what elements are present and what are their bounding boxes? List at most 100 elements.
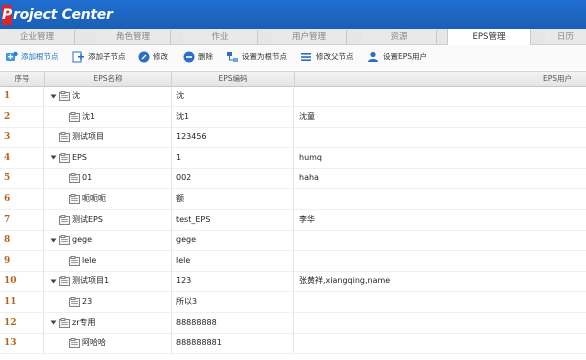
eps-name-cell[interactable]: 23 [45, 292, 172, 312]
eps-name-cell[interactable]: 01 [45, 168, 172, 189]
eps-user-cell [295, 292, 586, 312]
toolbar: 添加根节点 添加子节点 修改 删除 设置为根节点 修改父节点 设置EPS用户 [0, 45, 586, 69]
table-row[interactable]: 13 阿哈哈 888888881 [0, 333, 586, 355]
add-root-label: 添加根节点 [21, 52, 59, 61]
add-root-button[interactable]: 添加根节点 [5, 49, 59, 65]
eps-name-cell[interactable]: 阿哈哈 [45, 333, 172, 354]
add-root-icon [6, 51, 18, 61]
eps-code-cell: 所以3 [172, 292, 294, 312]
row-index: 4 [0, 147, 44, 168]
row-index: 3 [0, 127, 44, 148]
eps-name-cell[interactable]: lele [45, 250, 172, 271]
node-document-icon [59, 235, 70, 246]
edit-parent-label: 修改父节点 [316, 52, 354, 61]
delete-label: 删除 [198, 52, 213, 61]
expand-arrow-icon[interactable] [50, 319, 57, 326]
eps-name-cell[interactable]: gege [45, 230, 172, 251]
column-header-index[interactable]: 序号 [0, 72, 45, 86]
table-row[interactable]: 2 沈1 沈1 沈童 [0, 106, 586, 128]
node-document-icon [69, 111, 80, 122]
column-header-code[interactable]: EPS编码 [172, 72, 295, 86]
grid-header: 序号 EPS名称 EPS编码 EPS用户 [0, 71, 586, 87]
eps-code-cell: 123 [172, 271, 294, 292]
eps-user-cell [295, 251, 586, 271]
table-row[interactable]: 3 测试项目 123456 [0, 127, 586, 149]
eps-name-label: 阿哈哈 [82, 338, 106, 348]
node-document-icon [59, 152, 70, 163]
expand-arrow-icon[interactable] [50, 154, 57, 161]
edit-parent-button[interactable]: 修改父节点 [300, 49, 354, 65]
eps-name-label: EPS [72, 152, 87, 162]
table-row[interactable]: 5 01 002 haha [0, 168, 586, 190]
eps-code-cell: gege [172, 230, 294, 251]
eps-name-cell[interactable]: zr专用 [45, 312, 172, 333]
app-logo[interactable]: Project Center [2, 5, 113, 25]
tree-spacer [60, 175, 67, 182]
row-index: 11 [0, 292, 44, 312]
tab-enterprise[interactable]: 企业管理 [0, 30, 75, 44]
column-header-name[interactable]: EPS名称 [45, 72, 172, 86]
eps-code-cell: 88888888 [172, 312, 294, 333]
eps-name-label: 测试项目 [72, 132, 104, 142]
row-index: 12 [0, 312, 44, 333]
table-row[interactable]: 1 沈 沈 [0, 86, 586, 107]
row-index: 7 [0, 209, 44, 230]
node-document-icon [69, 173, 80, 184]
table-row[interactable]: 4 EPS 1 humq [0, 147, 586, 169]
eps-name-cell[interactable]: 测试EPS [45, 209, 172, 230]
eps-tree-grid: 1 沈 沈 2 沈1 沈1 沈童 3 测试项目 123456 4 EPS 1 humq 5 01 002 haha… [0, 86, 586, 360]
eps-user-cell [295, 333, 586, 353]
row-index: 5 [0, 168, 44, 189]
table-row[interactable]: 7 测试EPS test_EPS 李华 [0, 209, 586, 231]
tree-root-icon [227, 52, 238, 62]
row-index: 2 [0, 106, 44, 127]
table-row[interactable]: 11 23 所以3 [0, 292, 586, 313]
tab-resources[interactable]: 资源 [362, 30, 437, 44]
add-child-label: 添加子节点 [88, 52, 126, 61]
table-row[interactable]: 12 zr专用 88888888 [0, 312, 586, 334]
expand-arrow-icon[interactable] [50, 237, 57, 244]
tab-eps[interactable]: EPS管理 [447, 29, 531, 45]
table-row[interactable]: 6 呃呃呃 额 [0, 189, 586, 210]
add-child-icon [72, 51, 84, 63]
tab-roles[interactable]: 角色管理 [96, 30, 171, 44]
app-header: Project Center [0, 0, 586, 29]
eps-user-cell [295, 86, 586, 106]
eps-name-label: 呃呃呃 [82, 194, 106, 203]
node-document-icon [69, 255, 80, 266]
eps-name-label: lele [82, 255, 97, 265]
tab-activities[interactable]: 作业 [183, 30, 258, 44]
column-header-user[interactable]: EPS用户 [295, 72, 586, 86]
set-root-button[interactable]: 设置为根节点 [226, 49, 287, 65]
eps-name-cell[interactable]: 测试项目1 [45, 271, 172, 292]
add-child-button[interactable]: 添加子节点 [72, 49, 126, 65]
eps-code-cell: 沈1 [172, 106, 294, 127]
eps-name-cell[interactable]: 测试项目 [45, 127, 172, 148]
minus-icon [183, 51, 195, 63]
table-row[interactable]: 9 lele lele [0, 250, 586, 272]
table-row[interactable]: 8 gege gege [0, 230, 586, 252]
eps-user-cell: 张黄祥,xiangqing,name [299, 276, 391, 286]
expand-arrow-icon[interactable] [50, 93, 57, 100]
node-document-icon [59, 91, 70, 101]
edit-button[interactable]: 修改 [138, 49, 168, 65]
eps-name-cell[interactable]: 呃呃呃 [45, 189, 172, 209]
tab-calendar[interactable]: 日历 [545, 30, 586, 44]
eps-name-label: zr专用 [72, 317, 96, 327]
eps-code-cell: 沈 [172, 86, 294, 106]
table-row[interactable]: 10 测试项目1 123 张黄祥,xiangqing,name [0, 271, 586, 293]
tab-users[interactable]: 用户管理 [272, 30, 347, 44]
node-document-icon [59, 276, 70, 287]
set-eps-user-label: 设置EPS用户 [383, 52, 428, 61]
edit-label: 修改 [153, 52, 168, 61]
delete-button[interactable]: 删除 [183, 49, 213, 65]
expand-arrow-icon[interactable] [50, 278, 57, 285]
eps-name-cell[interactable]: EPS [45, 147, 172, 168]
eps-code-cell: test_EPS [172, 209, 294, 230]
eps-name-cell[interactable]: 沈1 [45, 106, 172, 127]
set-root-label: 设置为根节点 [242, 52, 287, 61]
eps-name-cell[interactable]: 沈 [45, 86, 172, 106]
eps-name-label: 沈1 [82, 111, 96, 121]
tree-spacer [50, 216, 57, 223]
set-eps-user-button[interactable]: 设置EPS用户 [367, 49, 427, 65]
